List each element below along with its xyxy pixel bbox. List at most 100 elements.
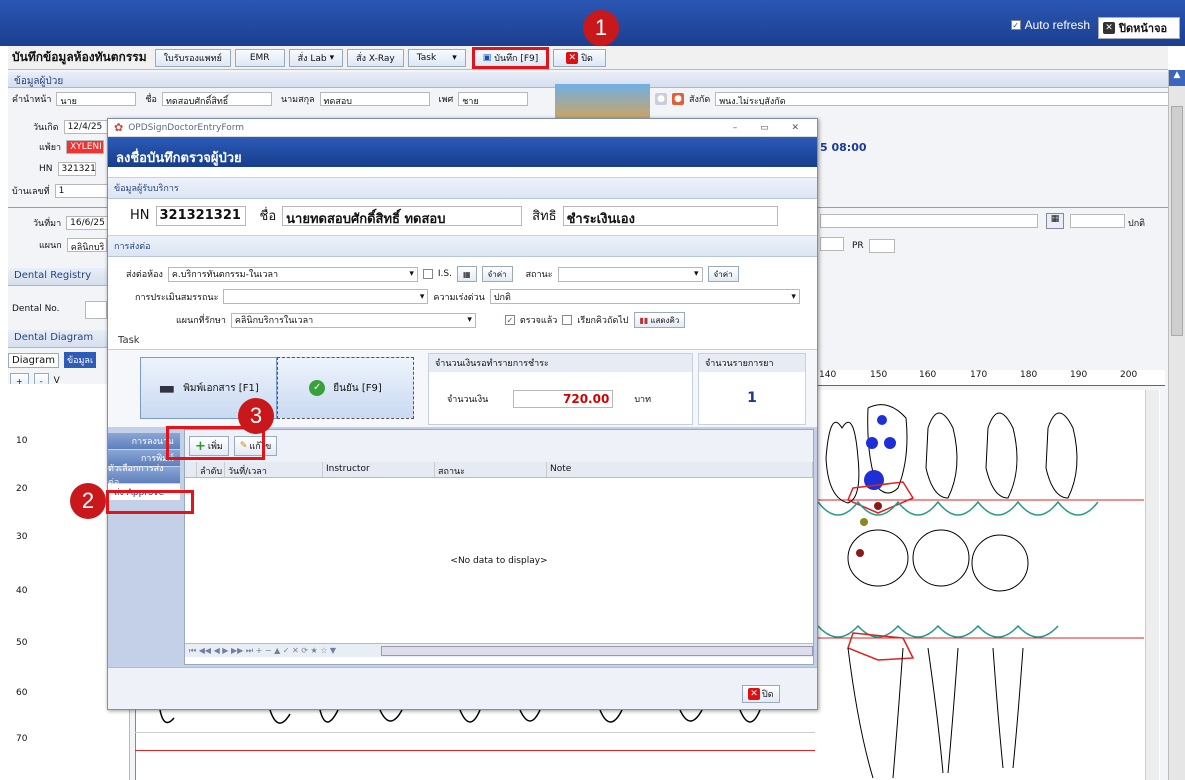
col-instructor[interactable]: Instructor	[323, 462, 435, 477]
allergy-field[interactable]: XYLENI	[66, 140, 105, 154]
right-field-2[interactable]	[1070, 214, 1125, 228]
dob-row: วันเกิด 12/4/25	[33, 120, 108, 134]
is-checkbox[interactable]	[422, 269, 433, 279]
status-select[interactable]: ▾	[557, 266, 703, 282]
grid-navigator: ⏮ ◀◀ ◀ ▶ ▶▶ ⏭ + − ▲ ✓ ✕ ⟳ ★ ☆ ▼	[185, 643, 813, 657]
navigator-buttons[interactable]: ⏮ ◀◀ ◀ ▶ ▶▶ ⏭ + − ▲ ✓ ✕ ⟳ ★ ☆ ▼	[189, 646, 336, 656]
page-scrollbar[interactable]: ▲	[1168, 70, 1185, 780]
tooth-marker	[884, 437, 896, 449]
alert-icon[interactable]: ●	[672, 93, 684, 105]
tooth-outline	[825, 421, 860, 504]
chevron-down-icon: ▾	[791, 291, 796, 302]
main-toolbar: บันทึกข้อมูลห้องทันตกรรม ใบรับรองแพทย์ E…	[8, 46, 1168, 70]
calendar-button[interactable]: ▦	[456, 266, 477, 282]
tab-diagram[interactable]: Diagram	[8, 352, 59, 368]
dept-row: แผนก คลินิกบริ	[39, 238, 107, 252]
tooth-outline	[912, 529, 970, 587]
affiliation-field[interactable]: พนง.ไม่ระบุสังกัด	[715, 92, 1176, 106]
remember-button-1[interactable]: จำค่า	[481, 266, 513, 282]
red-guide-line	[135, 750, 815, 751]
tooth-marker	[877, 415, 887, 425]
approve-toolbar: + เพิ่ม ✎ แก้ไข	[185, 430, 813, 462]
right-field-1[interactable]	[820, 214, 1038, 228]
tooth-outline	[847, 647, 904, 779]
gum-line-upper	[818, 500, 1099, 516]
urgency-select[interactable]: ปกติ ▾	[489, 289, 800, 304]
task-dropdown[interactable]: Task ▾	[407, 48, 466, 67]
chevron-down-icon: ▾	[467, 315, 472, 325]
dialog-titlebar: ✿ OPDSignDoctorEntryForm – ▭ ✕	[108, 119, 817, 137]
col-status[interactable]: สถานะ	[435, 462, 547, 477]
tooth-outline	[927, 647, 959, 774]
status-right: ปกติ	[1128, 219, 1146, 229]
save-icon: ▣	[482, 52, 492, 63]
auto-refresh-label: Auto refresh	[1024, 18, 1090, 32]
empty-grid-text: <No data to display>	[450, 555, 548, 566]
col-note[interactable]: Note	[547, 462, 813, 477]
visit-time-text: 5 08:00	[820, 141, 867, 154]
horizontal-scrollbar[interactable]	[381, 645, 813, 656]
close-icon: ✕	[566, 51, 579, 64]
window-controls[interactable]: – ▭ ✕	[733, 123, 809, 133]
col-seq[interactable]: ลำดับ	[197, 462, 225, 477]
first-name-field[interactable]: ทดสอบศักดิ์สิทธิ์	[161, 92, 272, 106]
visit-row: วันที่มา 16/6/25	[33, 216, 111, 230]
scroll-up-icon[interactable]: ▲	[1169, 70, 1185, 86]
tab-info[interactable]: ข้อมูลเ	[63, 352, 97, 368]
save-button[interactable]: ▣ บันทึก [F9]	[471, 46, 550, 69]
tooth-marker	[866, 437, 878, 449]
house-field[interactable]: 1	[54, 184, 115, 198]
checkbox-icon[interactable]: ✓	[1010, 20, 1021, 30]
treat-dept-select[interactable]: คลินิกบริการในเวลา ▾	[230, 312, 476, 328]
tab-task[interactable]: Task	[108, 332, 817, 350]
scroll-thumb[interactable]	[1171, 106, 1183, 336]
confirm-button[interactable]: ✓ ยืนยัน [F9]	[277, 357, 414, 419]
diagram-scrollbar[interactable]	[1145, 390, 1159, 780]
patient-photo	[555, 84, 650, 120]
side-tab-referral-options[interactable]: ตัวเลือกการส่งต่อ	[108, 464, 180, 488]
modal-hn-field: 321321321	[155, 205, 246, 226]
dental-no-field[interactable]	[85, 301, 107, 319]
checked-checkbox[interactable]: ✓	[504, 315, 515, 325]
pr-field[interactable]	[868, 239, 895, 253]
tooth-outline	[847, 529, 909, 587]
show-queue-button[interactable]: ▮▮ แสดงคิว	[633, 312, 686, 328]
dialog-close-button[interactable]: ✕ ปิด	[742, 685, 780, 703]
col-datetime[interactable]: วันที่/เวลา	[225, 462, 323, 477]
emr-button[interactable]: EMR	[234, 48, 285, 67]
check-circle-icon: ✓	[309, 380, 326, 396]
medical-certificate-button[interactable]: ใบรับรองแพทย์	[154, 48, 231, 67]
close-screen-button[interactable]: ✕ ปิดหน้าจอ	[1098, 17, 1180, 39]
calendar-icon[interactable]: ▦	[1046, 213, 1064, 229]
order-xray-button[interactable]: สั่ง X-Ray	[347, 48, 404, 67]
tooth-outline	[925, 412, 958, 499]
sign-doctor-dialog: ✿ OPDSignDoctorEntryForm – ▭ ✕ ลงชื่อบัน…	[107, 118, 818, 710]
surname-field[interactable]: ทดสอบ	[319, 92, 430, 106]
order-lab-button[interactable]: สั่ง Lab ▾	[288, 48, 344, 67]
visit-date-field[interactable]: 16/6/25	[66, 216, 111, 230]
treat-dept-row: แผนกที่รักษา คลินิกบริการในเวลา ▾ ✓ ตรวจแล…	[176, 312, 686, 328]
amount-row: จำนวนเงิน 720.00 บาท	[447, 390, 652, 408]
app-icon: ✿	[114, 121, 124, 134]
hn-field[interactable]: 3213213	[57, 162, 96, 176]
drug-count-group: จำนวนรายการยา 1	[698, 353, 806, 425]
send-room-row: ส่งต่อห้อง ค.บริการทันตกรรม-ในเวลา ▾ I.S.…	[126, 266, 739, 282]
remember-button-2[interactable]: จำค่า	[707, 266, 739, 282]
send-room-select[interactable]: ค.บริการทันตกรรม-ในเวลา ▾	[167, 266, 418, 282]
sex-field[interactable]: ชาย	[458, 92, 529, 106]
printer-icon: ▬	[158, 377, 176, 399]
close-button[interactable]: ✕ ปิด	[553, 48, 606, 67]
prefix-field[interactable]: นาย	[56, 92, 137, 106]
next-queue-label: เรียกคิวถัดไป	[577, 316, 629, 326]
lower-teeth-roots	[159, 710, 761, 724]
annotation-marker: 2	[70, 483, 106, 519]
assess-select[interactable]: ▾	[223, 289, 429, 304]
dept-field[interactable]: คลินิกบริ	[66, 238, 107, 252]
annotation-marker: 1	[583, 10, 619, 46]
person-icon[interactable]: ●	[655, 93, 667, 105]
dob-field[interactable]: 12/4/25	[63, 120, 108, 134]
next-queue-checkbox[interactable]	[562, 315, 573, 325]
small-field[interactable]	[820, 237, 844, 251]
auto-refresh-toggle[interactable]: ✓ Auto refresh	[1010, 18, 1090, 32]
tooth-outline	[985, 412, 1018, 499]
